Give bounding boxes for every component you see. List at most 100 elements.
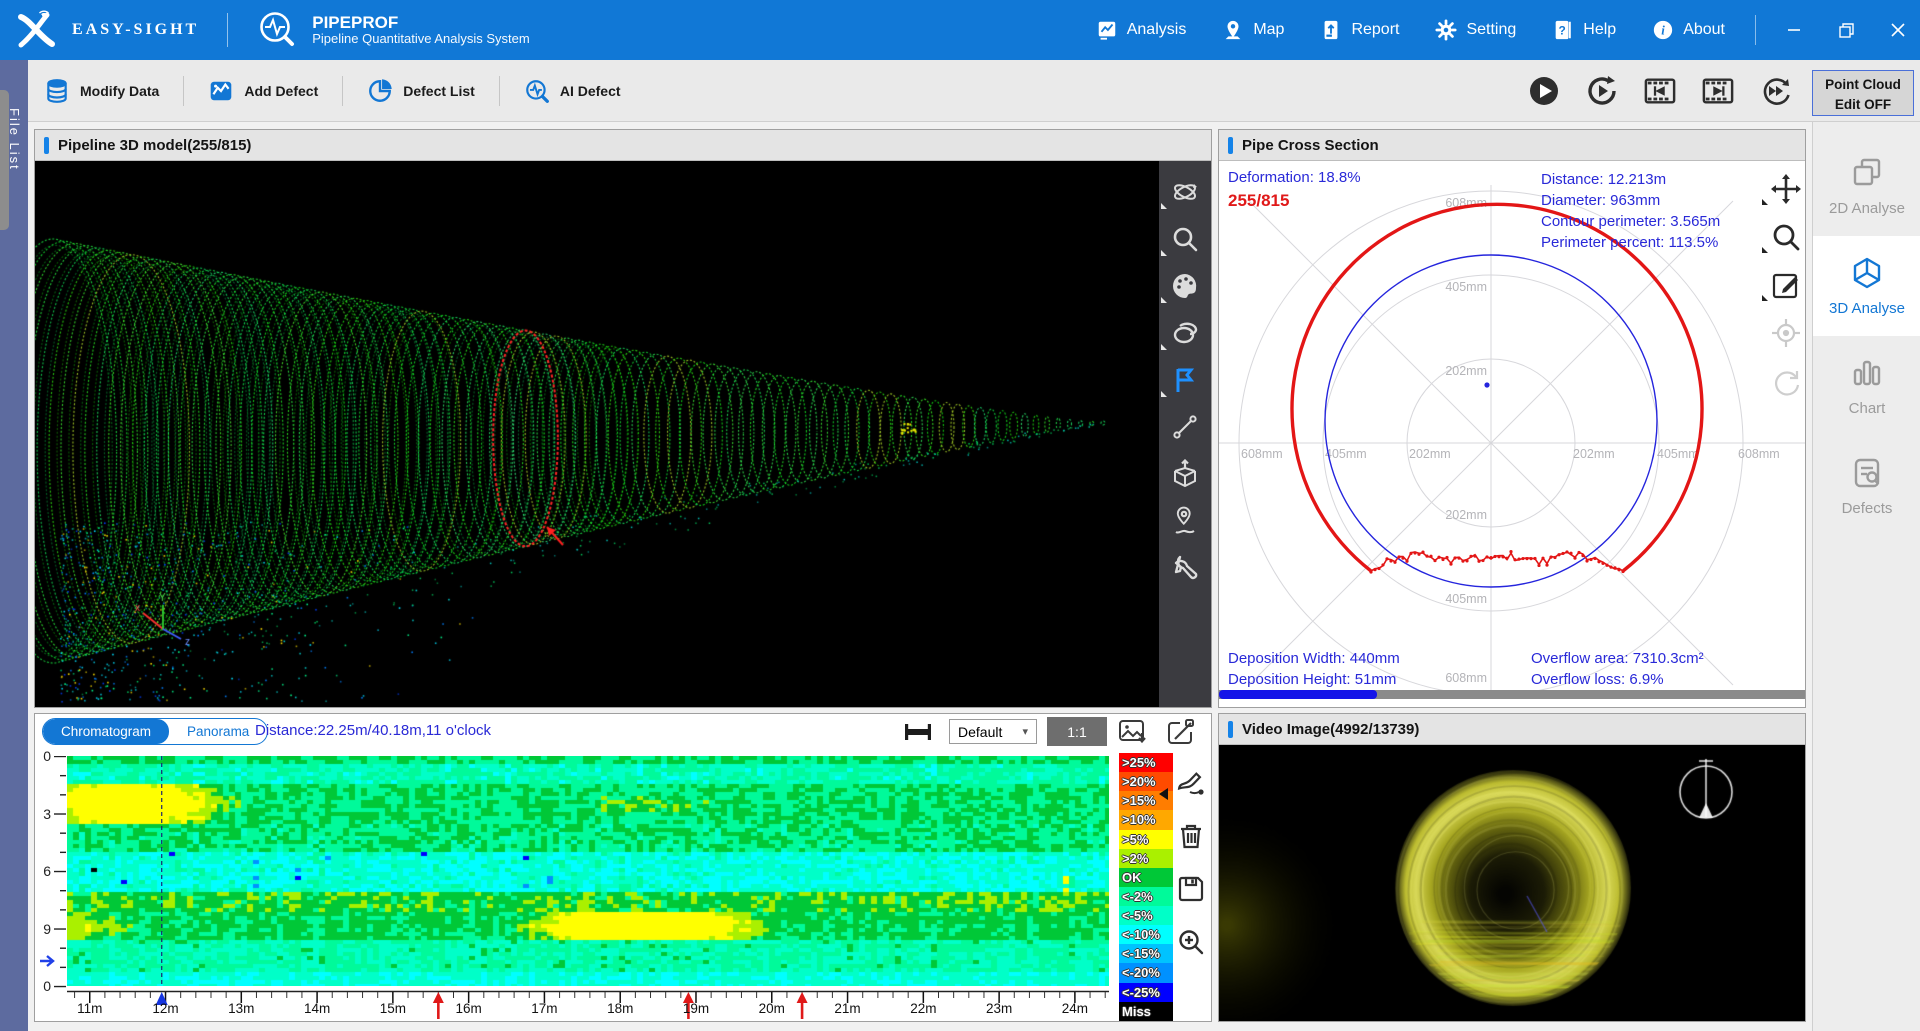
pipe-width-icon[interactable] [903, 718, 933, 746]
distance-readout: Distance:22.25m/40.18m,11 o'clock [255, 722, 491, 739]
add-defect-button[interactable]: Add Defect [198, 72, 328, 110]
submenu-triangle [1161, 297, 1167, 303]
ring-section-icon[interactable] [1170, 318, 1200, 348]
play-loop-icon[interactable] [1586, 75, 1618, 107]
brand-name: EASY-SIGHT [72, 21, 199, 39]
measure-line-icon[interactable] [1170, 412, 1200, 442]
ratio-1-1-button[interactable]: 1:1 [1047, 717, 1107, 746]
distance-tick-label: 13m [226, 1001, 256, 1016]
play-icon[interactable] [1528, 75, 1560, 107]
cross-section-body: 608mm 405mm 202mm 202mm 405mm 608mm 608m… [1219, 161, 1805, 707]
flag-marker-icon[interactable] [1170, 365, 1200, 395]
app-header: EASY-SIGHT PIPEPROF Pipeline Quantitativ… [0, 0, 1920, 60]
app-subtitle: Pipeline Quantitative Analysis System [312, 32, 530, 47]
nav-map[interactable]: Map [1208, 11, 1298, 49]
info-circle-icon: i [1652, 19, 1674, 41]
center-target-icon[interactable] [1770, 317, 1802, 349]
close-button[interactable] [1876, 10, 1920, 50]
clock-tick-label: 0 [37, 748, 51, 764]
nav-setting[interactable]: Setting [1421, 11, 1530, 49]
zoom-in-icon[interactable] [1176, 927, 1206, 957]
sidebar-item-2d-analyse[interactable]: 2D Analyse [1813, 136, 1920, 236]
sidebar-item-label: Chart [1849, 400, 1886, 417]
view-tabs: Chromatogram Panorama [42, 718, 268, 745]
sidebar-item-chart[interactable]: Chart [1813, 336, 1920, 436]
submenu-triangle [1762, 199, 1768, 205]
fast-forward-icon[interactable] [1760, 75, 1792, 107]
save-image-icon[interactable] [1118, 718, 1148, 746]
cross-section-stats: Distance: 12.213m Diameter: 963mm Contou… [1541, 169, 1720, 253]
ring-label: 405mm [1325, 447, 1367, 461]
zoom-3d-icon[interactable] [1170, 224, 1200, 254]
file-list-strip: File List [0, 60, 28, 1031]
point-cloud-edit-button[interactable]: Point Cloud Edit OFF [1812, 70, 1914, 116]
zoom-icon[interactable] [1770, 221, 1802, 253]
minimize-button[interactable] [1772, 10, 1816, 50]
contour-perimeter-stat: Contour perimeter: 3.565m [1541, 211, 1720, 232]
ai-defect-button[interactable]: AI Defect [514, 72, 631, 110]
add-defect-label: Add Defect [244, 83, 318, 99]
clock-tick-label: 9 [37, 921, 51, 937]
deposition-width-stat: Deposition Width: 440mm [1228, 648, 1400, 669]
pin-route-icon[interactable] [1170, 506, 1200, 536]
prev-frame-icon[interactable] [1644, 75, 1676, 107]
wrench-icon[interactable] [1170, 553, 1200, 583]
sidebar-item-defects[interactable]: Defects [1813, 436, 1920, 536]
colormap-select[interactable]: Default ▾ [949, 719, 1037, 744]
3d-analyse-icon [1850, 256, 1884, 290]
2d-analyse-icon [1850, 156, 1884, 190]
legend-row: <-25% [1119, 983, 1173, 1002]
modify-data-button[interactable]: Modify Data [34, 72, 169, 110]
submenu-triangle [1762, 247, 1768, 253]
app-title-block: PIPEPROF Pipeline Quantitative Analysis … [312, 13, 530, 47]
legend-row: >25% [1119, 753, 1173, 772]
measured-contour [1292, 204, 1702, 571]
annotate-pen-icon[interactable] [1176, 768, 1206, 798]
submenu-triangle [1762, 295, 1768, 301]
rotate-view-icon[interactable] [1770, 365, 1802, 397]
sidebar-item-label: Defects [1842, 500, 1893, 517]
export-view-icon[interactable] [1165, 718, 1195, 746]
sidebar-item-3d-analyse[interactable]: 3D Analyse [1813, 236, 1920, 336]
tab-panorama[interactable]: Panorama [169, 719, 267, 744]
cross-section-title: Pipe Cross Section [1242, 137, 1379, 154]
accent-bar [1228, 721, 1233, 738]
pipeline-3d-viewport [35, 161, 1211, 707]
file-list-tab[interactable]: File List [7, 108, 22, 171]
3d-toolbar [1159, 161, 1211, 707]
nav-label: Analysis [1127, 21, 1187, 39]
next-frame-icon[interactable] [1702, 75, 1734, 107]
nav-about[interactable]: i About [1638, 11, 1739, 49]
distance-tick-label: 11m [75, 1001, 105, 1016]
video-frame-canvas[interactable] [1219, 745, 1805, 1021]
edit-icon[interactable] [1770, 269, 1802, 301]
sidebar-item-label: 3D Analyse [1829, 300, 1905, 317]
defect-list-button[interactable]: Defect List [357, 72, 485, 110]
submenu-triangle [1161, 344, 1167, 350]
app-name: PIPEPROF [312, 13, 530, 33]
export-cube-icon[interactable] [1170, 459, 1200, 489]
frame-scrollbar[interactable] [1219, 690, 1805, 699]
scrollbar-thumb[interactable] [1219, 690, 1377, 699]
frame-counter: 255/815 [1228, 191, 1289, 211]
rotate-3d-icon[interactable] [1170, 177, 1200, 207]
database-icon [44, 78, 70, 104]
delete-trash-icon[interactable] [1176, 821, 1206, 851]
distance-stat: Distance: 12.213m [1541, 169, 1720, 190]
toolbar-separator [499, 76, 500, 106]
pan-icon[interactable] [1770, 173, 1802, 205]
nav-analysis[interactable]: Analysis [1082, 11, 1201, 49]
legend-row: <-5% [1119, 906, 1173, 925]
perimeter-percent-stat: Perimeter percent: 113.5% [1541, 232, 1720, 253]
image-chart-icon [208, 78, 234, 104]
clock-tick-label: 0 [37, 978, 51, 994]
restore-button[interactable] [1824, 10, 1868, 50]
nav-label: Report [1351, 21, 1399, 39]
palette-icon[interactable] [1170, 271, 1200, 301]
save-floppy-icon[interactable] [1176, 874, 1206, 904]
overflow-area-stat: Overflow area: 7310.3cm² [1531, 648, 1704, 669]
point-cloud-canvas[interactable] [35, 161, 1159, 707]
tab-chromatogram[interactable]: Chromatogram [43, 719, 169, 744]
nav-help[interactable]: ? Help [1538, 11, 1630, 49]
nav-report[interactable]: Report [1306, 11, 1413, 49]
